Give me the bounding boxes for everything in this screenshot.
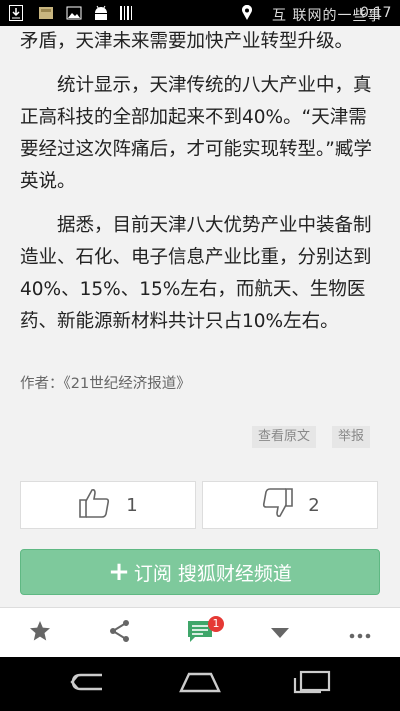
back-icon bbox=[69, 671, 107, 697]
home-icon bbox=[179, 671, 221, 697]
navigation-bar bbox=[0, 657, 400, 711]
location-icon bbox=[240, 4, 254, 22]
chevron-down-icon bbox=[270, 624, 290, 643]
thumbs-down-icon bbox=[260, 487, 294, 523]
comment-button[interactable]: 1 bbox=[170, 608, 230, 658]
article-paragraph: 据悉，目前天津八大优势产业中装备制造业、石化、电子信息产业比重，分别达到40%、… bbox=[20, 215, 372, 332]
more-icon bbox=[349, 624, 371, 643]
dislike-count: 2 bbox=[308, 494, 320, 516]
barcode-icon bbox=[118, 4, 134, 22]
view-original-button[interactable]: 查看原文 bbox=[252, 426, 317, 448]
report-button[interactable]: 举报 bbox=[332, 426, 371, 448]
plus-icon: + bbox=[108, 557, 130, 587]
article-paragraph: 统计显示，天津传统的八大产业中，真正高科技的全部加起来不到40%。“天津需要经过… bbox=[20, 75, 372, 192]
article-body: 矛盾，天津未来需要加快产业转型升级。 统计显示，天津传统的八大产业中，真正高科技… bbox=[20, 26, 384, 338]
more-button[interactable] bbox=[330, 608, 390, 658]
like-count: 1 bbox=[126, 494, 138, 516]
dislike-button[interactable]: 2 bbox=[202, 481, 378, 529]
recent-apps-icon bbox=[293, 670, 331, 698]
like-button[interactable]: 1 bbox=[20, 481, 196, 529]
image-icon bbox=[38, 4, 54, 22]
clock: 0:17 bbox=[360, 5, 392, 21]
bottom-toolbar: 1 bbox=[0, 607, 400, 658]
status-bar: 互 联网的一些事 0:17 bbox=[0, 0, 400, 26]
android-icon bbox=[92, 4, 110, 22]
thumbs-up-icon bbox=[78, 487, 112, 523]
share-icon bbox=[108, 619, 132, 647]
recent-apps-button[interactable] bbox=[272, 657, 352, 711]
share-button[interactable] bbox=[90, 608, 150, 658]
gallery-icon bbox=[66, 4, 82, 22]
download-icon bbox=[8, 4, 24, 22]
star-icon bbox=[29, 620, 51, 646]
subscribe-button[interactable]: + 订阅 搜狐财经频道 bbox=[20, 549, 380, 595]
collapse-button[interactable] bbox=[250, 608, 310, 658]
comment-count-badge: 1 bbox=[208, 616, 224, 632]
article-paragraph: 矛盾，天津未来需要加快产业转型升级。 bbox=[20, 31, 354, 52]
home-button[interactable] bbox=[160, 657, 240, 711]
favorite-button[interactable] bbox=[10, 608, 70, 658]
subscribe-label: 订阅 搜狐财经频道 bbox=[133, 562, 292, 585]
back-button[interactable] bbox=[48, 657, 128, 711]
article-author: 作者：《21世纪经济报道》 bbox=[20, 376, 191, 392]
